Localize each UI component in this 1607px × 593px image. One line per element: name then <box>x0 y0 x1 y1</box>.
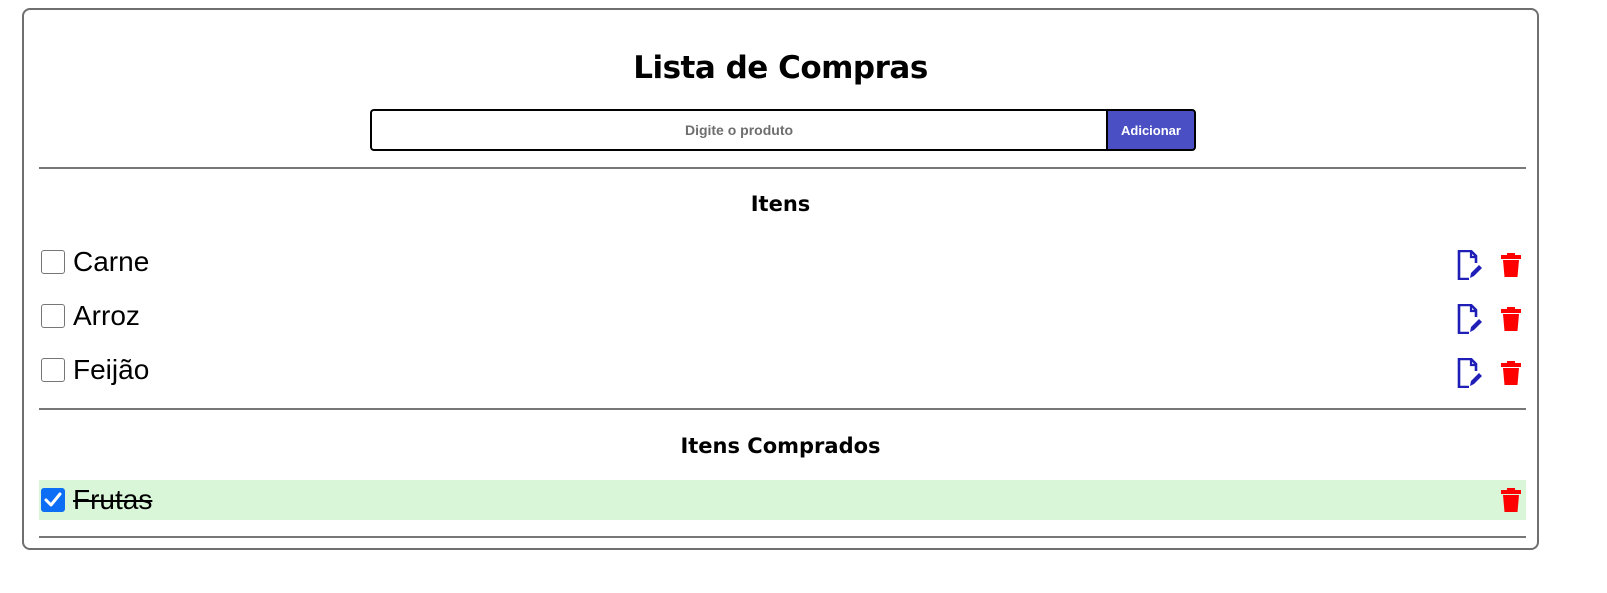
divider <box>39 536 1526 538</box>
trash-icon[interactable] <box>1500 307 1522 331</box>
list-item-bought: Frutas <box>39 480 1526 520</box>
trash-icon[interactable] <box>1500 488 1522 512</box>
list-item: Feijão <box>39 350 1526 390</box>
add-item-form: Adicionar <box>370 109 1196 151</box>
item-label: Carne <box>73 246 150 277</box>
item-label: Frutas <box>73 484 153 515</box>
list-item: Arroz <box>39 296 1526 336</box>
page-title: Lista de Compras <box>633 50 928 86</box>
trash-icon[interactable] <box>1500 361 1522 385</box>
section-title-bought: Itens Comprados <box>680 434 881 458</box>
edit-document-icon[interactable] <box>1457 304 1483 334</box>
item-checkbox[interactable] <box>41 358 65 382</box>
section-title-items: Itens <box>750 192 811 216</box>
divider <box>39 167 1526 169</box>
item-label: Arroz <box>73 300 140 331</box>
add-button[interactable]: Adicionar <box>1106 109 1196 151</box>
edit-document-icon[interactable] <box>1457 358 1483 388</box>
shopping-list-card: Lista de Compras Adicionar Itens Carne A… <box>22 8 1539 550</box>
divider <box>39 408 1526 410</box>
item-checkbox[interactable] <box>41 250 65 274</box>
item-checkbox[interactable] <box>41 304 65 328</box>
list-item: Carne <box>39 242 1526 282</box>
item-label: Feijão <box>73 354 150 385</box>
checkmark-icon <box>44 492 62 507</box>
product-input[interactable] <box>370 109 1106 151</box>
trash-icon[interactable] <box>1500 253 1522 277</box>
edit-document-icon[interactable] <box>1457 250 1483 280</box>
item-checkbox-checked[interactable] <box>41 488 65 512</box>
